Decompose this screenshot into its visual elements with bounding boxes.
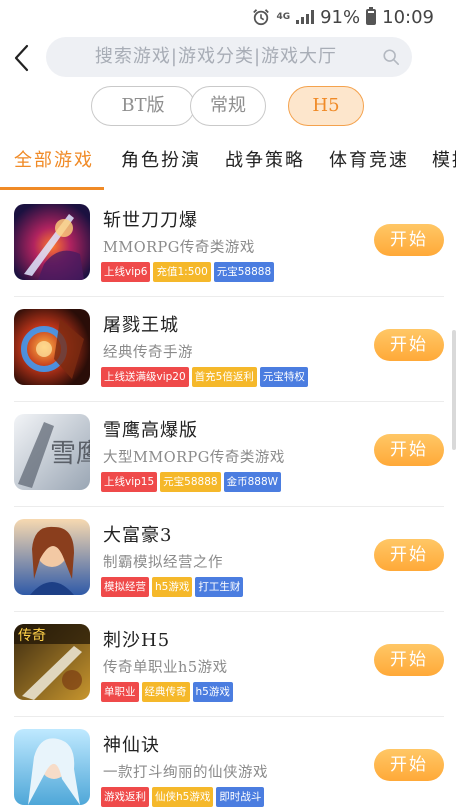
tag-badge: 上线送满级vip20 (101, 367, 189, 387)
game-name: 斩世刀刀爆 (103, 210, 198, 231)
status-icons: 4G 91% 10:09 (252, 6, 434, 28)
tag-badge: 即时战斗 (216, 787, 265, 807)
game-tags: 上线vip6 充值1:500 元宝58888 (101, 262, 275, 282)
tab-simulation[interactable]: 模拟 (432, 146, 456, 172)
tag-badge: 模拟经营 (101, 577, 149, 597)
game-name: 雪鹰高爆版 (103, 420, 198, 441)
tag-badge: 首充5倍返利 (191, 367, 257, 387)
game-tags: 上线vip15 元宝58888 金币888W (101, 472, 282, 492)
chevron-left-icon (14, 44, 29, 72)
status-bar: 4G 91% 10:09 (0, 0, 456, 34)
game-row[interactable]: 屠戮王城 经典传奇手游 上线送满级vip20 首充5倍返利 元宝特权 开始 (0, 297, 456, 402)
tag-badge: 经典传奇 (141, 682, 190, 702)
game-tags: 上线送满级vip20 首充5倍返利 元宝特权 (101, 367, 308, 387)
tag-badge: 单职业 (101, 682, 139, 702)
game-icon[interactable] (14, 204, 90, 280)
tab-sports-racing[interactable]: 体育竞速 (329, 146, 409, 172)
search-icon[interactable] (382, 48, 400, 66)
chip-bt-version[interactable]: BT版 (91, 86, 195, 126)
game-art-icon (14, 519, 90, 595)
tag-badge: 上线vip6 (101, 262, 151, 282)
game-art-icon (14, 309, 90, 385)
game-art-icon: 传奇 (14, 624, 90, 700)
chip-normal[interactable]: 常规 (190, 86, 266, 126)
game-name: 神仙诀 (103, 735, 160, 756)
game-tags: 游戏返利 仙侠h5游戏 即时战斗 (101, 787, 265, 807)
tag-badge: 上线vip15 (101, 472, 158, 492)
status-time: 10:09 (382, 6, 434, 28)
tab-all-games[interactable]: 全部游戏 (14, 146, 94, 172)
tag-badge: 元宝58888 (213, 262, 275, 282)
game-row[interactable]: 传奇 刺沙H5 传奇单职业h5游戏 单职业 经典传奇 h5游戏 开始 (0, 612, 456, 717)
game-name: 屠戮王城 (103, 315, 179, 336)
game-tags: 单职业 经典传奇 h5游戏 (101, 682, 233, 702)
signal-icon (296, 10, 315, 24)
back-button[interactable] (8, 40, 36, 76)
game-description: 一款打斗绚丽的仙侠游戏 (103, 765, 268, 781)
alarm-icon (253, 9, 270, 26)
game-row[interactable]: 雪鹰 雪鹰高爆版 大型MMORPG传奇类游戏 上线vip15 元宝58888 金… (0, 402, 456, 507)
tag-badge: 元宝特权 (259, 367, 308, 387)
game-description: 传奇单职业h5游戏 (103, 660, 228, 676)
game-description: 制霸模拟经营之作 (103, 555, 223, 571)
game-icon[interactable]: 传奇 (14, 624, 90, 700)
tab-role-playing[interactable]: 角色扮演 (121, 146, 201, 172)
icon-art-text: 传奇 (18, 627, 46, 644)
icon-art-text: 雪鹰 (50, 439, 90, 469)
tag-badge: 打工生财 (195, 577, 244, 597)
game-name: 大富豪3 (103, 525, 173, 546)
tag-badge: 金币888W (223, 472, 282, 492)
start-button[interactable]: 开始 (374, 539, 444, 571)
game-row[interactable]: 神仙诀 一款打斗绚丽的仙侠游戏 游戏返利 仙侠h5游戏 即时战斗 开始 (0, 717, 456, 810)
tag-badge: 元宝58888 (160, 472, 221, 492)
game-icon[interactable] (14, 729, 90, 805)
start-button[interactable]: 开始 (374, 749, 444, 781)
tag-badge: 游戏返利 (101, 787, 149, 807)
game-art-icon (14, 204, 90, 280)
chip-h5[interactable]: H5 (288, 86, 364, 126)
active-tab-indicator (0, 187, 104, 190)
game-row[interactable]: 大富豪3 制霸模拟经营之作 模拟经营 h5游戏 打工生财 开始 (0, 507, 456, 612)
start-button[interactable]: 开始 (374, 224, 444, 256)
battery-icon (366, 7, 377, 25)
search-input[interactable]: 搜索游戏|游戏分类|游戏大厅 (46, 37, 412, 77)
start-button[interactable]: 开始 (374, 644, 444, 676)
game-art-icon (14, 729, 90, 805)
start-button[interactable]: 开始 (374, 329, 444, 361)
game-description: MMORPG传奇类游戏 (103, 240, 255, 256)
game-icon[interactable] (14, 309, 90, 385)
battery-percent: 91% (320, 6, 361, 28)
tag-badge: 充值1:500 (153, 262, 211, 282)
game-row[interactable]: 斩世刀刀爆 MMORPG传奇类游戏 上线vip6 充值1:500 元宝58888… (0, 192, 456, 297)
network-type: 4G (276, 11, 291, 22)
game-name: 刺沙H5 (103, 630, 171, 651)
scrollbar[interactable] (452, 330, 456, 450)
game-icon[interactable]: 雪鹰 (14, 414, 90, 490)
search-placeholder: 搜索游戏|游戏分类|游戏大厅 (94, 46, 338, 67)
tag-badge: h5游戏 (152, 577, 193, 597)
tag-badge: 仙侠h5游戏 (152, 787, 214, 807)
tab-war-strategy[interactable]: 战争策略 (225, 146, 305, 172)
game-description: 大型MMORPG传奇类游戏 (103, 450, 285, 466)
tag-badge: h5游戏 (192, 682, 233, 702)
game-icon[interactable] (14, 519, 90, 595)
game-art-icon: 雪鹰 (14, 414, 90, 490)
category-tabs: 全部游戏 角色扮演 战争策略 体育竞速 模拟 (0, 140, 456, 192)
start-button[interactable]: 开始 (374, 434, 444, 466)
game-tags: 模拟经营 h5游戏 打工生财 (101, 577, 244, 597)
game-description: 经典传奇手游 (103, 345, 193, 361)
